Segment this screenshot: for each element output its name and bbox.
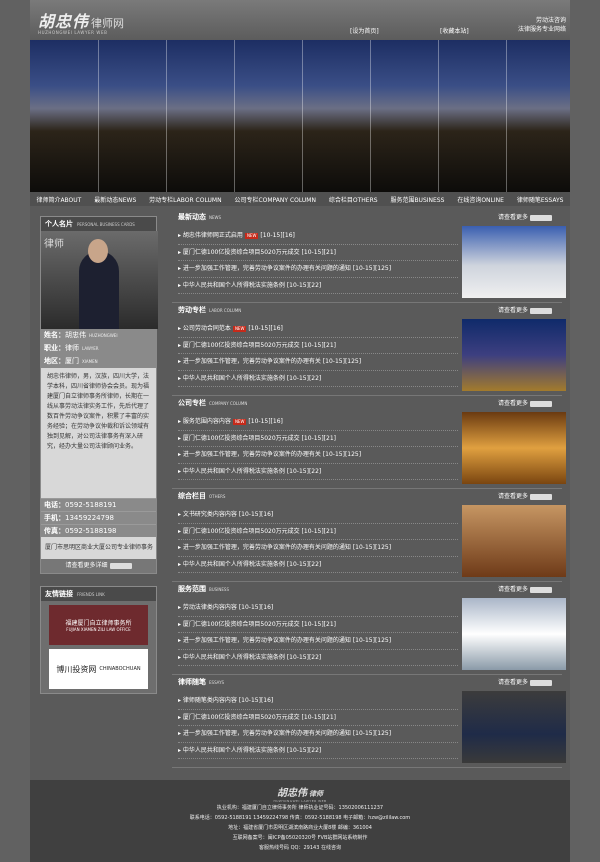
section-thumbnail — [462, 319, 566, 391]
section-title[interactable]: 最新动态 NEWS — [178, 212, 221, 222]
list-item[interactable]: 文书研究类内容内容 [10-15][16] — [178, 507, 458, 524]
list-item[interactable]: 厦门仁德100亿投资综合项目5020万元成交 [10-15][21] — [178, 338, 458, 354]
list-item[interactable]: 厦门仁德100亿投资综合项目5020万元成交 [10-15][21] — [178, 710, 458, 726]
list-item[interactable]: 中华人民共和国个人所得税法实施条例 [10-15][22] — [178, 743, 458, 759]
list-item[interactable]: 服务范围内容内容NEW[10-15][16] — [178, 414, 458, 431]
list-item[interactable]: 厦门仁德100亿投资综合项目5020万元成交 [10-15][21] — [178, 524, 458, 540]
profile-mobile: 手机：13459224798 — [41, 511, 156, 524]
consult-link-2[interactable]: 法律服务专业网络 — [510, 25, 566, 34]
section-more-link[interactable]: 请查看更多 — [498, 491, 552, 500]
list-item[interactable]: 中华人民共和国个人所得税法实施条例 [10-15][22] — [178, 278, 458, 294]
sidebar: 个人名片 PERSONAL BUSINESS CARDS 律师 姓名：胡忠伟 HUZ… — [40, 216, 158, 694]
nav-business[interactable]: 服务范围BUSINESS — [390, 195, 444, 204]
list-item[interactable]: 进一步加强工作管理，完善劳动争议案件的办理有关问题的通知 [10-15][125… — [178, 633, 458, 650]
list-item[interactable]: 进一步加强工作管理，完善劳动争议案件的办理有关问题的通知 [10-15][125… — [178, 726, 458, 743]
section-more-link[interactable]: 请查看更多 — [498, 677, 552, 686]
profile-bio: 胡忠伟律师，男，汉族，四川大学，法学本科，四川省律师协会会员。现为福建厦门自立律… — [41, 368, 156, 498]
section-labor: 劳动专栏LABOR COLUMN 请查看更多 公司劳动合同范本NEW[10-15… — [172, 303, 566, 396]
new-badge-icon: NEW — [244, 232, 259, 239]
friend-links: 友情链接 FRIENDS LINK 福建厦门自立律师事务所 FUJIAN XIAM… — [40, 586, 157, 694]
logo-en: HUZHONGWEI LAWYER WEB — [38, 30, 108, 35]
section-title[interactable]: 公司专栏 COMPANY COLUMN — [178, 398, 247, 408]
section-title[interactable]: 服务范围 BUSINESS — [178, 584, 229, 594]
list-item[interactable]: 中华人民共和国个人所得税法实施条例 [10-15][22] — [178, 464, 458, 480]
section-more-link[interactable]: 请查看更多 — [498, 398, 552, 407]
profile-tel: 电话：0592-5188191 — [41, 498, 156, 511]
list-item[interactable]: 厦门仁德100亿投资综合项目5020万元成交 [10-15][21] — [178, 245, 458, 261]
footer-logo: 胡忠伟 律师 — [277, 788, 323, 799]
section-more-link[interactable]: 请查看更多 — [498, 305, 552, 314]
profile-more-link[interactable]: 请查看更多详细 — [41, 559, 156, 573]
list-item[interactable]: 律师随笔类内容内容 [10-15][16] — [178, 693, 458, 710]
list-item[interactable]: 中华人民共和国个人所得税法实施条例 [10-15][22] — [178, 650, 458, 666]
profile-job: 职业：律师 LAWYER — [41, 342, 156, 355]
list-item[interactable]: 厦门仁德100亿投资综合项目5020万元成交 [10-15][21] — [178, 431, 458, 447]
section-title[interactable]: 律师随笔 ESSAYS — [178, 677, 224, 687]
list-item[interactable]: 进一步加强工作管理，完善劳动争议案件的办理有关问题的通知 [10-15][125… — [178, 261, 458, 278]
footer-line: 互联网备案号：闽ICP备05020320号 FVB站群网站系统制作 — [232, 835, 368, 841]
new-badge-icon: NEW — [232, 418, 247, 425]
logo-sub: 律师网 — [91, 17, 125, 30]
main-nav: 律师简介ABOUT 最新动态NEWS 劳动专栏LABOR COLUMN 公司专栏… — [30, 192, 570, 206]
consult-link-1[interactable]: 劳动法咨询 — [510, 16, 566, 25]
nav-news[interactable]: 最新动态NEWS — [94, 195, 136, 204]
footer-line: 联系电话：0592-5188191 13459224798 传真：0592-51… — [189, 815, 411, 821]
friend-link-zili[interactable]: 福建厦门自立律师事务所 FUJIAN XIAMEN ZILI LAW OFFIC… — [49, 605, 148, 645]
footer: 胡忠伟 律师 HUZHONGWEI LAWYER WEB 执业机构：福建厦门自立律… — [30, 780, 570, 862]
consult-links[interactable]: 劳动法咨询 法律服务专业网络 — [510, 16, 566, 34]
profile-fax: 传真：0592-5188198 — [41, 524, 156, 537]
nav-labor[interactable]: 劳动专栏LABOR COLUMN — [149, 195, 221, 204]
site-logo[interactable]: 胡忠伟 律师网 HUZHONGWEI LAWYER WEB — [38, 8, 125, 35]
profile-name: 姓名：胡忠伟 HUZHONGWEI — [41, 329, 156, 342]
section-title[interactable]: 综合栏目 OTHERS — [178, 491, 225, 501]
friend-link-bochuan[interactable]: 博川投资网 CHINABOCHUAN — [49, 649, 148, 689]
logo-name: 胡忠伟 — [38, 12, 90, 31]
section-more-link[interactable]: 请查看更多 — [498, 584, 552, 593]
nav-company[interactable]: 公司专栏COMPANY COLUMN — [234, 195, 316, 204]
section-thumbnail — [462, 226, 566, 298]
main-content: 最新动态NEWS 请查看更多 胡忠伟律师网正式启用NEW[10-15][16] … — [172, 210, 566, 768]
list-item[interactable]: 公司劳动合同范本NEW[10-15][16] — [178, 321, 458, 338]
new-badge-icon: NEW — [232, 325, 247, 332]
section-thumbnail — [462, 505, 566, 577]
profile-area: 地区：厦门 XIAMEN — [41, 355, 156, 368]
more-button-icon — [109, 562, 132, 569]
section-business: 服务范围BUSINESS 请查看更多 劳动法律类内容内容 [10-15][16]… — [172, 582, 566, 675]
section-thumbnail — [462, 691, 566, 763]
profile-card: 个人名片 PERSONAL BUSINESS CARDS 律师 姓名：胡忠伟 HUZ… — [40, 216, 158, 574]
list-item[interactable]: 厦门仁德100亿投资综合项目5020万元成交 [10-15][21] — [178, 617, 458, 633]
section-title[interactable]: 劳动专栏 LABOR COLUMN — [178, 305, 241, 315]
list-item[interactable]: 劳动法律类内容内容 [10-15][16] — [178, 600, 458, 617]
list-item[interactable]: 进一步加强工作管理，完善劳动争议案件的办理有关问题的通知 [10-15][125… — [178, 540, 458, 557]
section-company: 公司专栏COMPANY COLUMN 请查看更多 服务范围内容内容NEW[10-… — [172, 396, 566, 489]
friend-links-title: 友情链接 FRIENDS LINK — [41, 587, 156, 601]
profile-card-title: 个人名片 PERSONAL BUSINESS CARDS — [41, 217, 156, 231]
section-essays: 律师随笔ESSAYS 请查看更多 律师随笔类内容内容 [10-15][16] 厦… — [172, 675, 566, 768]
header: 胡忠伟 律师网 HUZHONGWEI LAWYER WEB [设为首页] [收藏本… — [30, 0, 570, 40]
nav-online[interactable]: 在线咨询ONLINE — [457, 195, 504, 204]
nav-about[interactable]: 律师简介ABOUT — [36, 195, 81, 204]
section-thumbnail — [462, 412, 566, 484]
nav-others[interactable]: 综合栏目OTHERS — [329, 195, 378, 204]
add-favorite-link[interactable]: [收藏本站] — [440, 26, 469, 35]
section-thumbnail — [462, 598, 566, 670]
list-item[interactable]: 胡忠伟律师网正式启用NEW[10-15][16] — [178, 228, 458, 245]
list-item[interactable]: 中华人民共和国个人所得税法实施条例 [10-15][22] — [178, 557, 458, 573]
page: 胡忠伟 律师网 HUZHONGWEI LAWYER WEB [设为首页] [收藏本… — [30, 0, 570, 862]
list-item[interactable]: 进一步加强工作管理，完善劳动争议案件的办理有关 [10-15][125] — [178, 354, 458, 371]
set-home-link[interactable]: [设为首页] — [350, 26, 379, 35]
nav-essays[interactable]: 律师随笔ESSAYS — [517, 195, 564, 204]
profile-address: 厦门市思明区商业大厦公司专业律师事务 — [41, 537, 156, 559]
section-more-link[interactable]: 请查看更多 — [498, 212, 552, 221]
list-item[interactable]: 进一步加强工作管理，完善劳动争议案件的办理有关 [10-15][125] — [178, 447, 458, 464]
section-news: 最新动态NEWS 请查看更多 胡忠伟律师网正式启用NEW[10-15][16] … — [172, 210, 566, 303]
footer-line: 地址：福建省厦门市思明区湖滨南路商业大厦8楼 邮编：361004 — [228, 825, 372, 831]
list-item[interactable]: 中华人民共和国个人所得税法实施条例 [10-15][22] — [178, 371, 458, 387]
section-others: 综合栏目OTHERS 请查看更多 文书研究类内容内容 [10-15][16] 厦… — [172, 489, 566, 582]
lawyer-photo: 律师 — [41, 231, 158, 329]
banner-image — [30, 40, 570, 192]
footer-line: 执业机构：福建厦门自立律师事务所 律师执业证号码：13502006111237 — [216, 805, 384, 811]
footer-line: 客服热线号码 QQ：29143 在线咨询 — [259, 845, 341, 851]
